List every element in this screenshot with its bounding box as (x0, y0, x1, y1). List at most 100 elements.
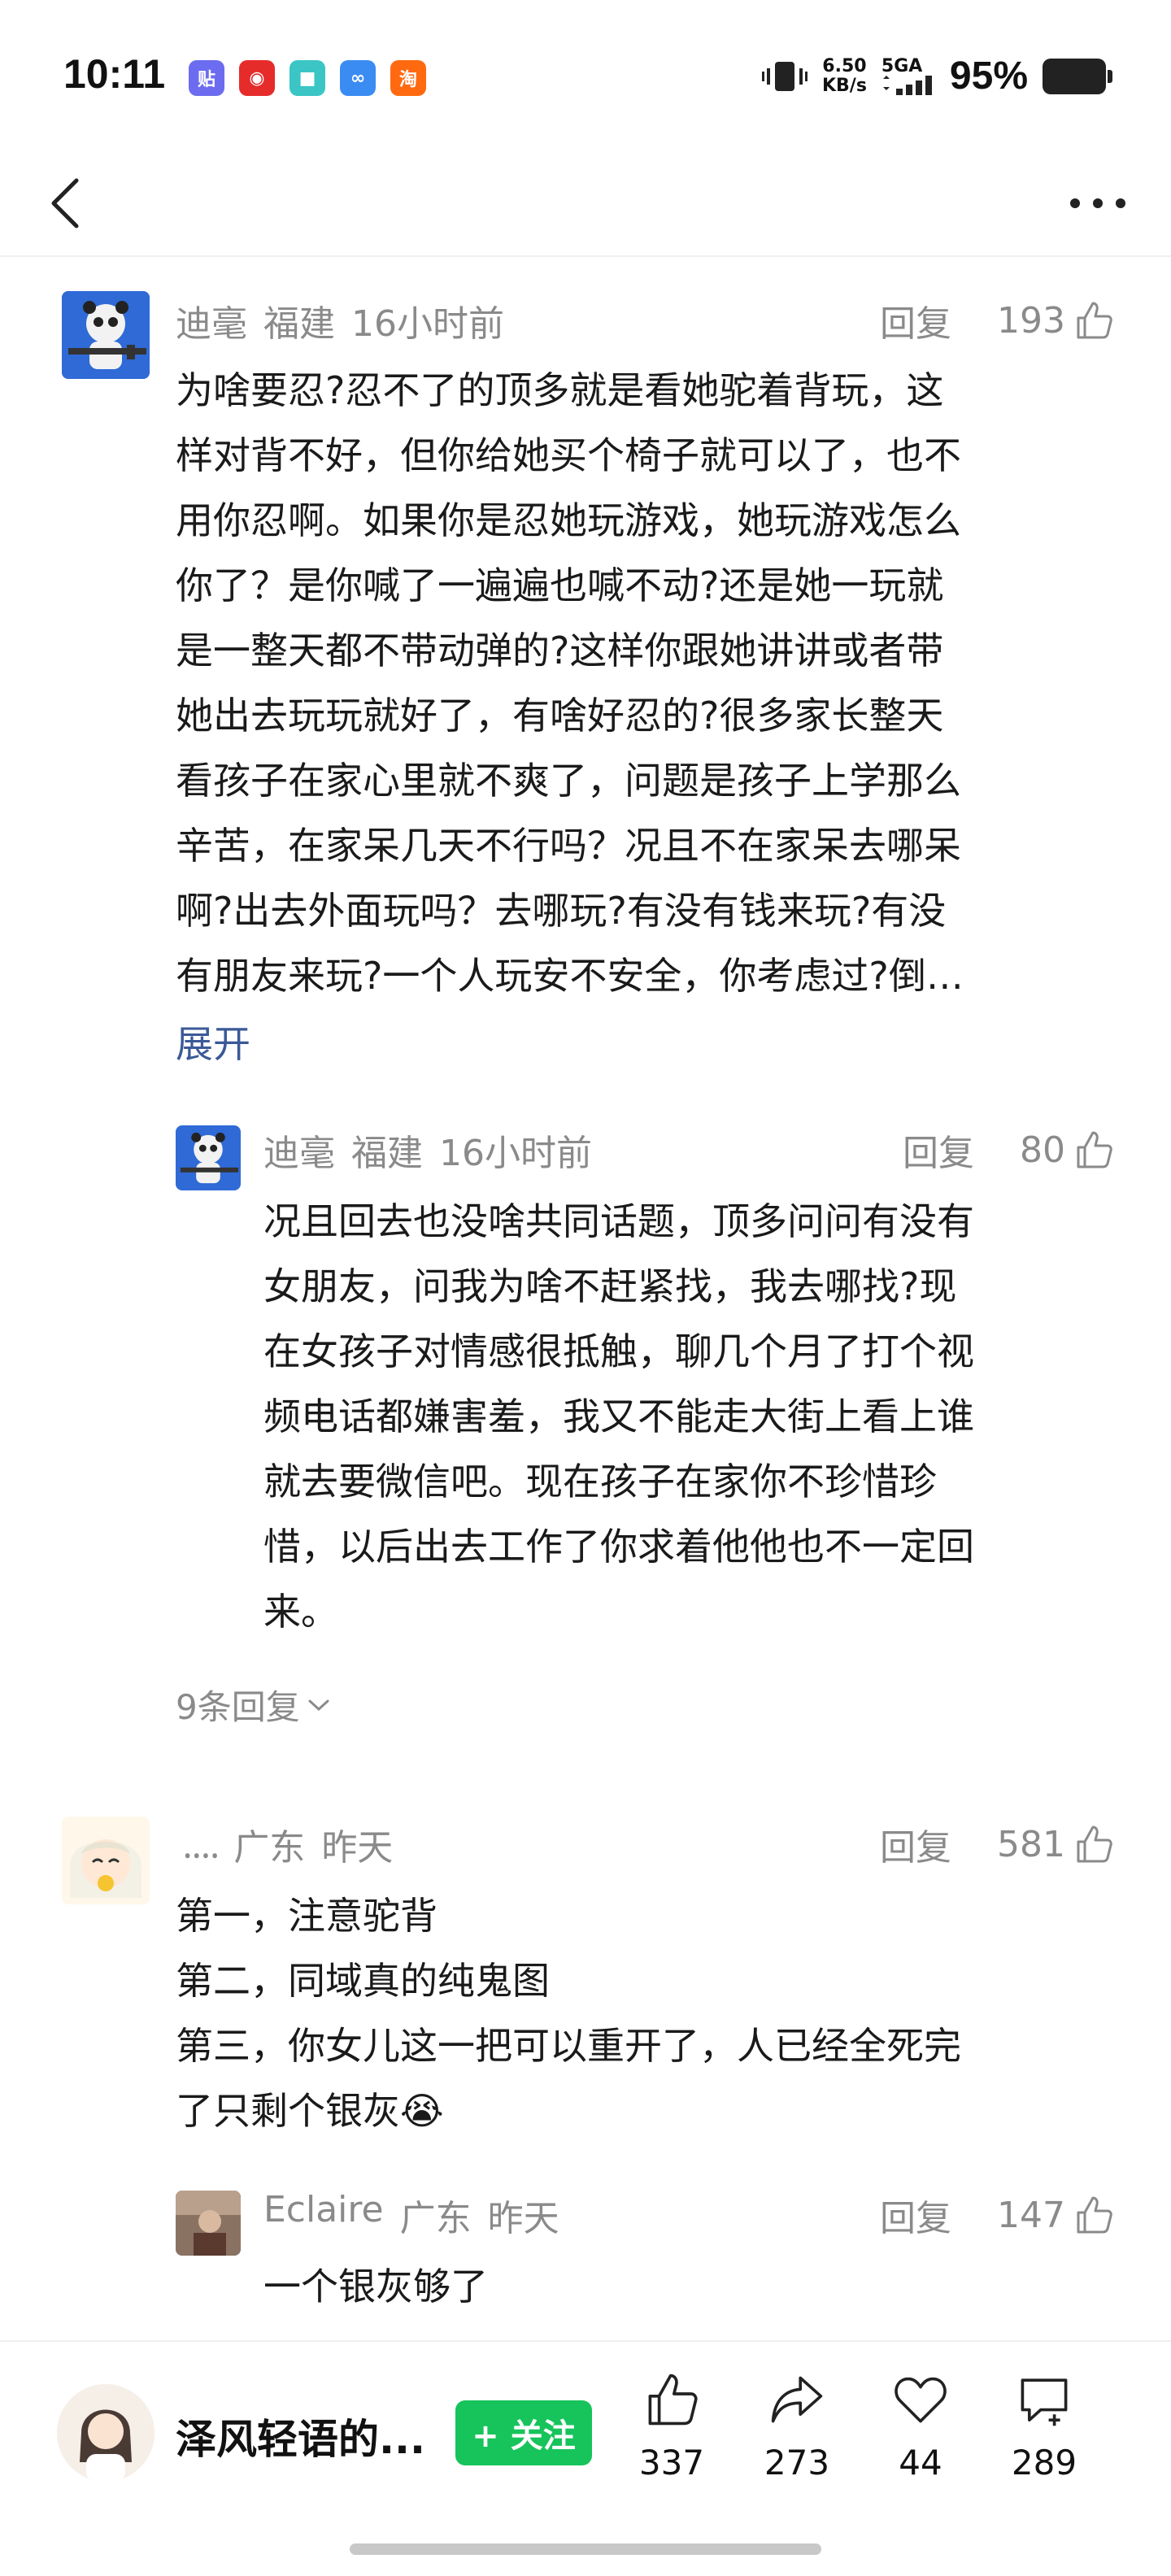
more-dots-icon (1070, 198, 1125, 208)
expand-link[interactable]: 展开 (176, 1015, 250, 1068)
comment-meta: Eclaire 广东 昨天 (263, 2189, 559, 2241)
like-count: 80 (1020, 1129, 1065, 1171)
like-count: 147 (997, 2194, 1065, 2236)
comment-line: 是一整天都不带动弹的?这样你跟她讲讲或者带 (176, 629, 944, 672)
comment-icon (1021, 2378, 1068, 2426)
avatar[interactable] (176, 2191, 241, 2256)
author-name[interactable]: 泽风轻语的... (176, 2407, 425, 2465)
status-bar: 10:11 贴 ◉ ■ ∞ 淘 6.50 KB/s 5GA 95% (0, 0, 1171, 154)
chevron-down-icon (308, 1699, 329, 1711)
battery-percent: 95% (949, 54, 1028, 98)
photo-avatar-image (176, 2191, 241, 2256)
panda-sniper-avatar-image (62, 291, 150, 379)
comment-line: 来。 (263, 1590, 338, 1634)
signal-bars-icon (882, 75, 932, 95)
thumbs-up-icon[interactable] (1073, 1824, 1114, 1865)
comment-line: 为啥要忍?忍不了的顶多就是看她驼着背玩，这 (176, 368, 944, 412)
username[interactable]: 迪毫 (263, 1124, 335, 1176)
comment-line: 辛苦，在家呆几天不行吗？况且不在家呆去哪呆 (176, 824, 961, 868)
view-more-replies-button[interactable]: 9条回复 (176, 1680, 331, 1730)
like-action[interactable]: 337 (623, 2371, 720, 2482)
comment-text: 况且回去也没啥共同话题，顶多问问有没有 女朋友，问我为啥不赶紧找，我去哪找?现 … (263, 1189, 1125, 1644)
network-speed-value: 6.50 (822, 55, 867, 76)
notification-icons: 贴 ◉ ■ ∞ 淘 (189, 60, 426, 96)
more-options-button[interactable] (1057, 171, 1138, 236)
thumbs-up-icon[interactable] (1073, 1129, 1114, 1170)
follow-button[interactable]: + 关注 (455, 2400, 592, 2465)
timestamp: 昨天 (487, 2198, 559, 2239)
username[interactable]: ᠁ (176, 1818, 217, 1881)
comment-line: 第一，注意驼背 (176, 1894, 437, 1938)
location: 广东 (233, 1827, 306, 1869)
baidu-netdisk-icon: ∞ (340, 60, 376, 96)
comment-meta: ᠁ 广东 昨天 (176, 1818, 393, 1881)
comment-line: 她出去玩玩就好了，有啥好忍的?很多家长整天 (176, 694, 944, 738)
bottom-action-bar: 泽风轻语的... + 关注 337 273 44 289 (0, 2340, 1171, 2576)
avatar[interactable] (176, 1125, 241, 1190)
like-count: 337 (638, 2443, 705, 2482)
anime-girl-avatar-image (62, 1817, 150, 1904)
comment-line: 了只剩个银灰😭 (176, 2089, 444, 2133)
comment-line: 就去要微信吧。现在孩子在家你不珍惜珍 (263, 1460, 937, 1503)
clock: 10:11 (63, 51, 166, 97)
reply-button[interactable]: 回复 (903, 1124, 974, 1176)
comment-line: 啊?出去外面玩吗？去哪玩?有没有钱来玩?有没 (176, 889, 947, 933)
timestamp: 16小时前 (351, 303, 504, 345)
comment-line: 一个银灰够了 (263, 2265, 488, 2308)
share-action[interactable]: 273 (748, 2371, 846, 2482)
favorite-count: 44 (899, 2443, 942, 2482)
like-count: 193 (997, 299, 1065, 342)
reply-button[interactable]: 回复 (880, 294, 951, 346)
heart-icon (895, 2377, 947, 2423)
back-button[interactable] (33, 171, 98, 236)
comment-action[interactable]: 289 (995, 2371, 1093, 2482)
thumbs-up-icon[interactable] (1073, 2195, 1114, 2235)
comment-actions: 回复 193 (880, 294, 1114, 346)
comment-line: 频电话都嫌害羞，我又不能走大街上看上谁 (263, 1395, 974, 1438)
reply-button[interactable]: 回复 (880, 1818, 951, 1870)
share-count: 273 (764, 2443, 830, 2482)
comment-line: 看孩子在家心里就不爽了，问题是孩子上学那么 (176, 759, 961, 803)
battery-icon (1043, 58, 1112, 94)
comment-text: 为啥要忍?忍不了的顶多就是看她驼着背玩，这 样对背不好，但你给她买个椅子就可以了… (176, 358, 1111, 1008)
reply-button[interactable]: 回复 (880, 2189, 951, 2241)
comment-line: 你了？是你喊了一遍遍也喊不动?还是她一玩就 (176, 564, 944, 607)
share-icon (771, 2376, 823, 2423)
network-speed-unit: KB/s (821, 75, 867, 96)
username[interactable]: 迪毫 (176, 294, 247, 346)
username[interactable]: Eclaire (263, 2189, 384, 2241)
favorite-action[interactable]: 44 (872, 2371, 969, 2482)
network-speed: 6.50 KB/s (821, 55, 867, 96)
vibrate-icon (761, 61, 808, 91)
avatar[interactable] (62, 291, 150, 379)
cellular-signal: 5GA (881, 55, 935, 95)
like-count: 581 (997, 1823, 1065, 1865)
comment-actions: 回复 147 (880, 2189, 1114, 2241)
author-avatar-image (57, 2384, 155, 2482)
thumbs-up-icon (648, 2374, 698, 2426)
home-indicator[interactable] (350, 2543, 821, 2555)
top-nav-bar (0, 154, 1171, 257)
comment-line: 女朋友，问我为啥不赶紧找，我去哪找?现 (263, 1264, 957, 1308)
taobao-icon: 淘 (390, 60, 426, 96)
thumbs-up-icon[interactable] (1073, 300, 1114, 341)
comment-line: 样对背不好，但你给她买个椅子就可以了，也不 (176, 433, 961, 477)
more-replies-label: 9条回复 (176, 1687, 300, 1727)
message-app-icon: ■ (289, 60, 325, 96)
avatar[interactable] (62, 1817, 150, 1904)
tieba-icon: 贴 (189, 60, 224, 96)
location: 广东 (399, 2198, 472, 2239)
chevron-left-icon (51, 178, 79, 228)
timestamp: 昨天 (321, 1827, 394, 1869)
netease-music-icon: ◉ (239, 60, 275, 96)
network-type: 5GA (881, 55, 923, 76)
location: 福建 (263, 303, 335, 345)
comment-line: 第三，你女儿这一把可以重开了，人已经全死完 (176, 2024, 961, 2068)
author-avatar[interactable] (57, 2384, 155, 2482)
system-indicators: 6.50 KB/s 5GA 95% (761, 54, 1112, 98)
comment-meta: 迪毫 福建 16小时前 (176, 294, 504, 346)
comment-text: 一个银灰够了 (263, 2254, 1125, 2319)
comment-line: 惜，以后出去工作了你求着他他也不一定回 (263, 1525, 974, 1569)
timestamp: 16小时前 (439, 1133, 592, 1174)
comment-line: 有朋友来玩?一个人玩安不安全，你考虑过?倒… (176, 954, 964, 998)
